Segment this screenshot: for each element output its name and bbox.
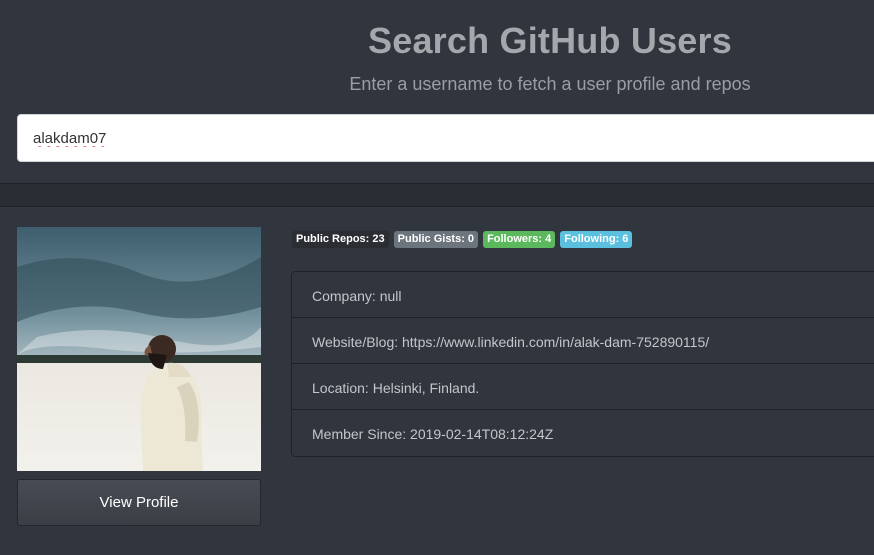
profile-details-list: Company: null Website/Blog: https://www.…	[291, 271, 874, 457]
company-item: Company: null	[292, 272, 874, 318]
website-item: Website/Blog: https://www.linkedin.com/i…	[292, 318, 874, 364]
stats-badges: Public Repos: 23 Public Gists: 0 Followe…	[292, 231, 633, 248]
following-badge: Following: 6	[560, 231, 633, 248]
page-subtitle: Enter a username to fetch a user profile…	[349, 74, 751, 94]
public-gists-badge: Public Gists: 0	[393, 231, 479, 248]
page-title: Search GitHub Users	[368, 20, 732, 61]
location-item: Location: Helsinki, Finland.	[292, 364, 874, 410]
search-input[interactable]	[17, 114, 874, 162]
public-repos-badge: Public Repos: 23	[292, 231, 389, 248]
user-photo-icon	[17, 227, 261, 471]
avatar	[17, 227, 261, 471]
section-divider	[0, 183, 874, 207]
page: Search GitHub Users Enter a username to …	[0, 0, 874, 555]
view-profile-button[interactable]: View Profile	[17, 479, 261, 526]
member-since-item: Member Since: 2019-02-14T08:12:24Z	[312, 426, 554, 442]
followers-badge: Followers: 4	[483, 231, 556, 248]
